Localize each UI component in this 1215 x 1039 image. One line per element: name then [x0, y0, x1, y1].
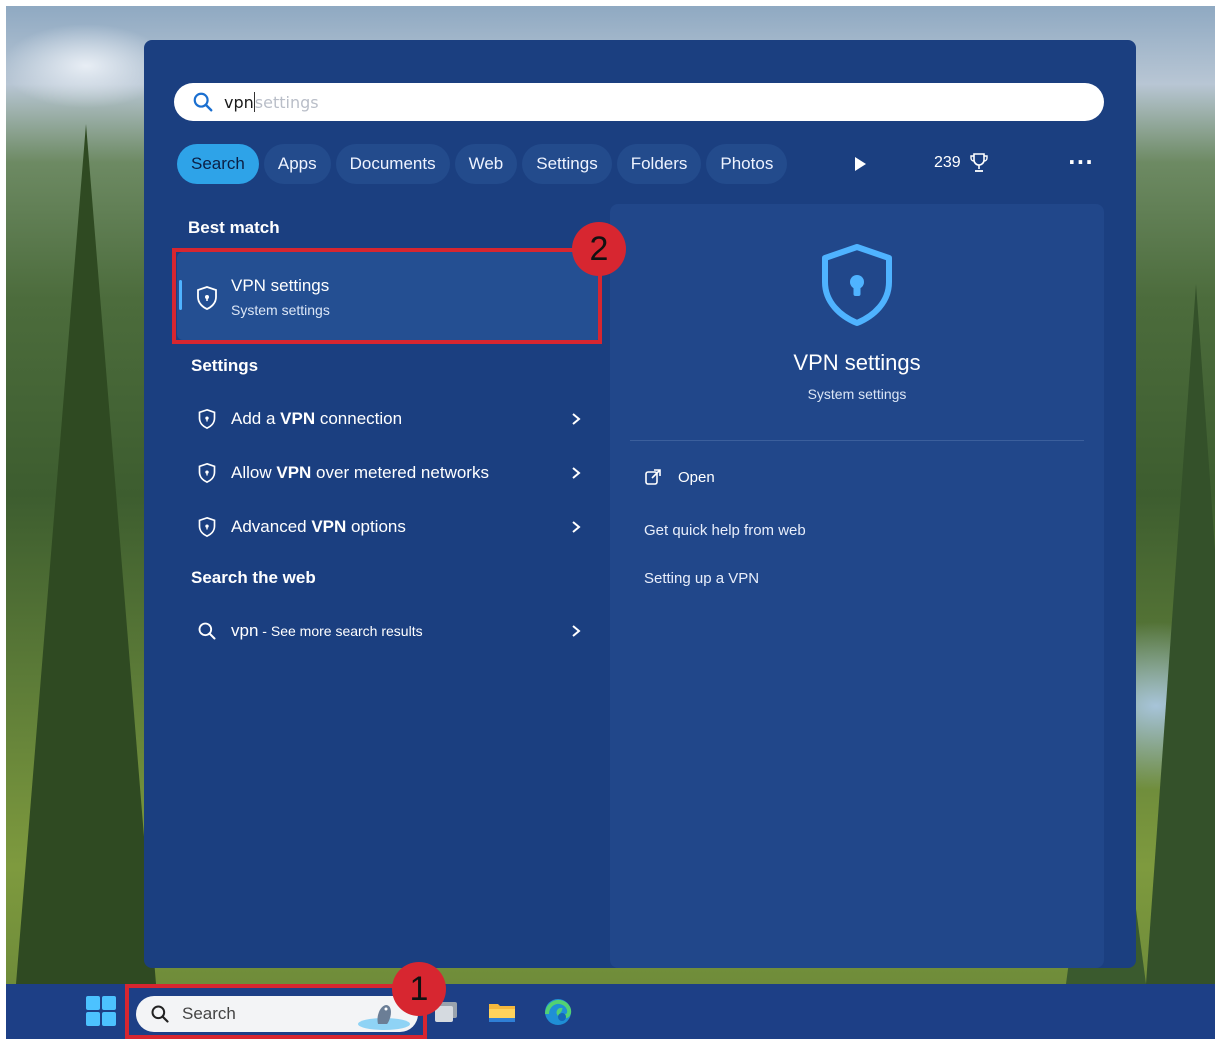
more-options-button[interactable]: ···: [1068, 150, 1094, 174]
shield-icon: [198, 408, 216, 430]
chevron-right-icon: [572, 467, 581, 479]
tree-decoration: [16, 124, 156, 984]
start-search-panel: vpn settings Search Apps Documents Web Se…: [144, 40, 1136, 968]
open-label: Open: [678, 468, 715, 486]
quick-help-heading: Get quick help from web: [644, 522, 806, 539]
web-search-result[interactable]: vpn - See more search results: [177, 608, 587, 654]
open-action[interactable]: Open: [644, 468, 715, 486]
shield-icon: [822, 244, 892, 326]
web-search-label: vpn - See more search results: [231, 621, 423, 640]
search-query-text: vpn: [224, 92, 254, 112]
best-match-heading: Best match: [188, 218, 280, 237]
annotation-highlight-box: [125, 984, 427, 1039]
edge-icon[interactable]: [542, 996, 574, 1028]
annotation-badge: 2: [572, 222, 626, 276]
rewards-points[interactable]: 239: [934, 152, 989, 174]
trophy-icon: [970, 153, 988, 172]
tab-search[interactable]: Search: [177, 144, 259, 184]
settings-result-allow-vpn-metered[interactable]: Allow VPN over metered networks: [177, 450, 587, 496]
divider: [630, 440, 1084, 441]
play-icon[interactable]: [850, 154, 870, 174]
tab-photos[interactable]: Photos: [706, 144, 788, 184]
settings-result-label: Add a VPN connection: [231, 409, 403, 428]
settings-result-label: Allow VPN over metered networks: [231, 463, 489, 482]
tab-documents[interactable]: Documents: [335, 144, 450, 184]
shield-icon: [198, 516, 216, 538]
chevron-right-icon: [572, 413, 581, 425]
annotation-highlight-box: [172, 248, 602, 344]
result-preview-pane: VPN settings System settings Open Get qu…: [610, 204, 1104, 968]
search-filter-tabs: Search Apps Documents Web Settings Folde…: [177, 144, 792, 184]
open-external-icon: [645, 469, 661, 485]
settings-heading: Settings: [191, 356, 259, 375]
file-explorer-icon[interactable]: [486, 996, 518, 1028]
points-value: 239: [934, 154, 961, 171]
settings-result-add-vpn[interactable]: Add a VPN connection: [177, 396, 587, 442]
tab-web[interactable]: Web: [454, 144, 518, 184]
preview-title: VPN settings: [793, 350, 921, 375]
search-suggestion-text: settings: [254, 92, 319, 112]
tab-settings[interactable]: Settings: [522, 144, 612, 184]
preview-subtitle: System settings: [807, 386, 907, 402]
tree-decoration: [1146, 284, 1215, 984]
chevron-right-icon: [572, 625, 581, 637]
search-icon: [193, 92, 213, 112]
search-the-web-heading: Search the web: [191, 568, 316, 587]
search-icon: [198, 622, 216, 640]
annotation-badge: 1: [392, 962, 446, 1016]
search-input[interactable]: vpn settings: [174, 83, 1104, 121]
tab-apps[interactable]: Apps: [263, 144, 331, 184]
tab-folders[interactable]: Folders: [616, 144, 702, 184]
settings-result-label: Advanced VPN options: [231, 517, 406, 536]
settings-result-advanced-vpn[interactable]: Advanced VPN options: [177, 504, 587, 550]
shield-icon: [198, 462, 216, 484]
help-link-setting-up-vpn[interactable]: Setting up a VPN: [644, 570, 759, 587]
chevron-right-icon: [572, 521, 581, 533]
windows-start-button[interactable]: [86, 996, 116, 1026]
